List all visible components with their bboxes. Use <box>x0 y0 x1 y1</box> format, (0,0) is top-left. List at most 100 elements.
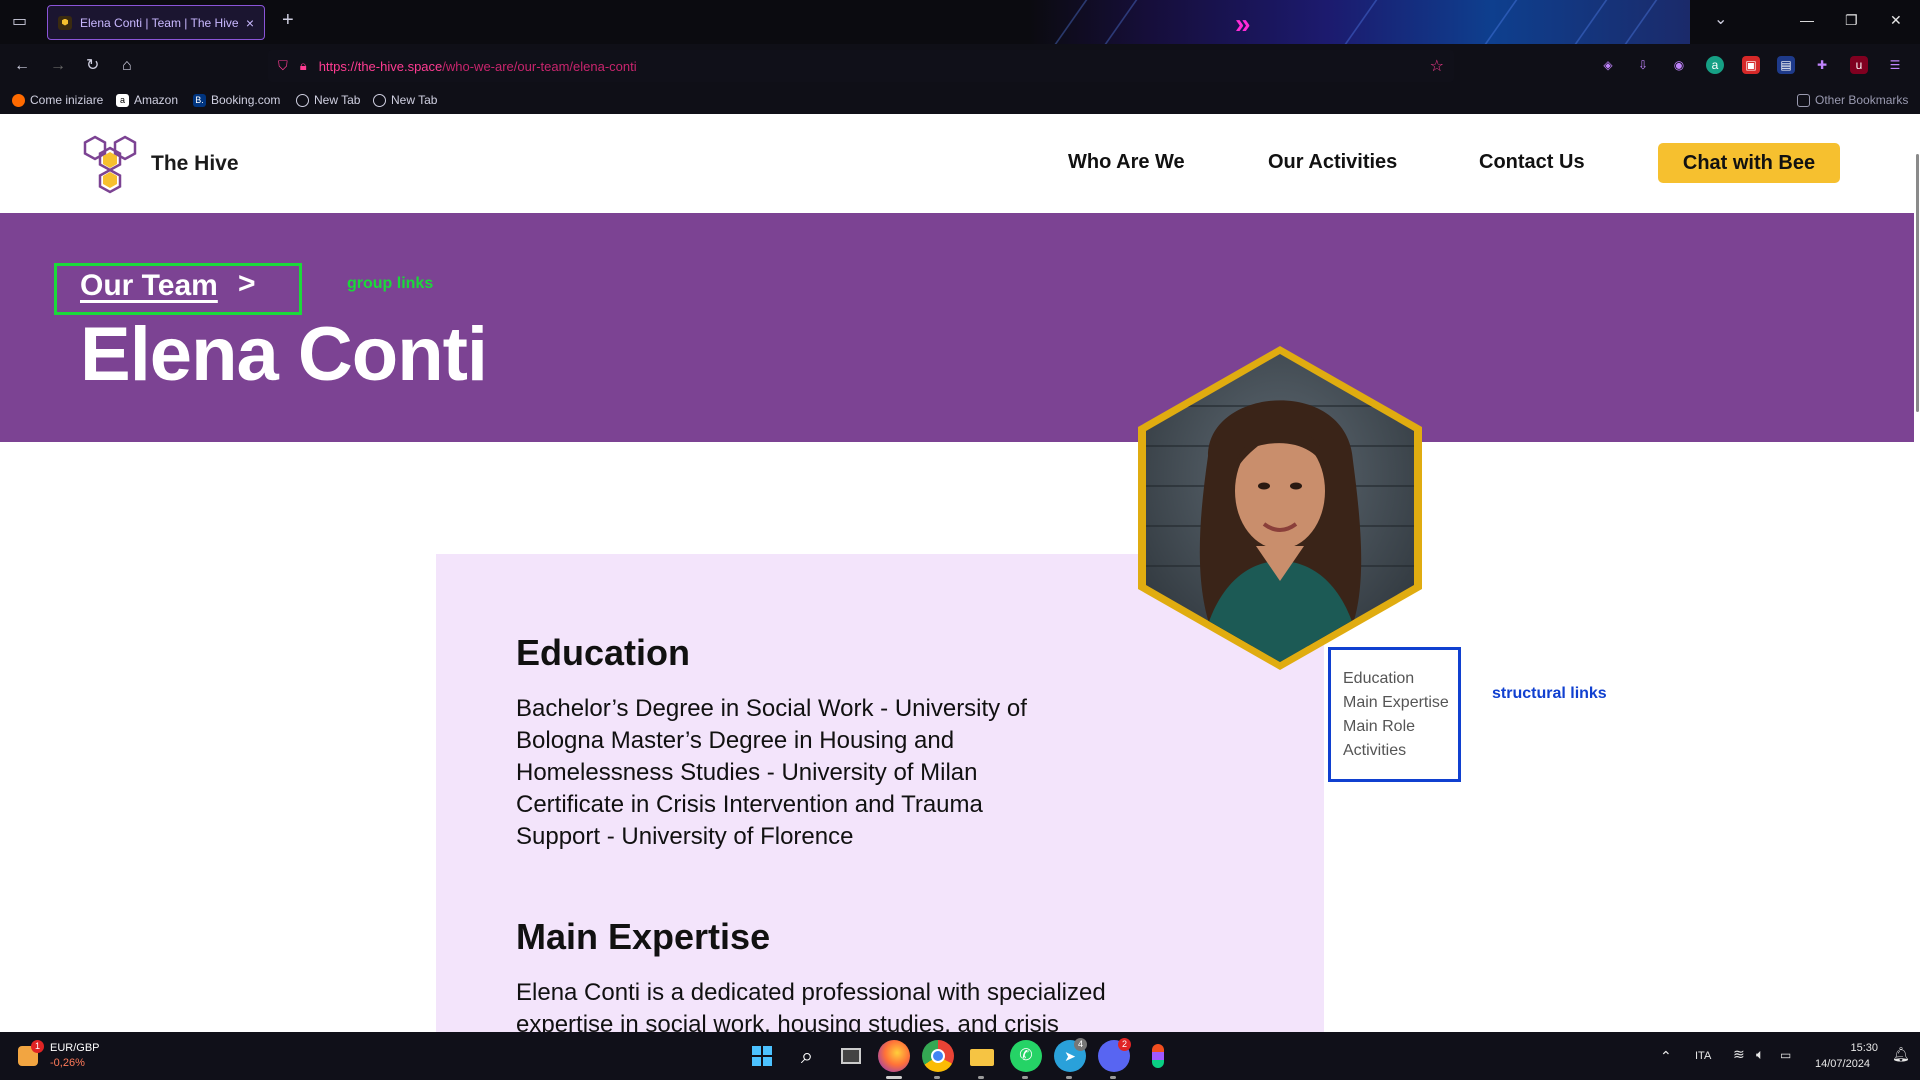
web-page: The Hive Who Are We Our Activities Conta… <box>0 114 1920 1032</box>
globe-icon <box>373 93 386 107</box>
running-indicator <box>1022 1076 1028 1079</box>
task-view-icon[interactable] <box>835 1040 867 1072</box>
extension-a-icon[interactable]: a <box>1706 56 1724 74</box>
address-bar[interactable]: ⛉ 🔒︎ https://the-hive.space/who-we-are/o… <box>268 50 1454 82</box>
main-expertise-heading: Main Expertise <box>516 916 771 957</box>
browser-tab-bar: ▭ » Elena Conti | Team | The Hive × + ⌄ … <box>0 0 1920 44</box>
browser-tab-active[interactable]: Elena Conti | Team | The Hive × <box>47 5 265 40</box>
bookmark-item[interactable]: New Tab <box>296 93 360 107</box>
forward-icon[interactable]: → <box>50 58 66 74</box>
url-path: /who-we-are/our-team/elena-conti <box>442 58 637 74</box>
discord-badge: 2 <box>1118 1038 1131 1051</box>
other-bookmarks[interactable]: Other Bookmarks <box>1797 93 1908 107</box>
extension-shield-icon[interactable]: ▤ <box>1777 56 1795 74</box>
structural-links-annotation: structural links <box>1492 685 1607 702</box>
theme-decoration: » <box>1030 0 1690 44</box>
running-indicator <box>978 1076 984 1079</box>
ticker-badge: 1 <box>31 1040 44 1053</box>
chevrons-decoration: » <box>1235 8 1250 39</box>
site-brand-name[interactable]: The Hive <box>151 152 239 176</box>
clock-date[interactable]: 14/07/2024 <box>1815 1058 1870 1070</box>
chat-with-bee-button[interactable]: Chat with Bee <box>1658 143 1840 183</box>
search-icon[interactable]: ⌕ <box>791 1040 823 1072</box>
bookmark-star-icon[interactable]: ☆ <box>1430 56 1444 76</box>
globe-icon <box>296 93 309 107</box>
toc-main-role-link[interactable]: Main Role <box>1343 715 1458 739</box>
running-indicator <box>1066 1076 1072 1079</box>
hive-logo-icon[interactable] <box>80 134 140 194</box>
tray-overflow-icon[interactable]: ⌃ <box>1660 1048 1672 1065</box>
tab-list-icon[interactable]: ▭ <box>12 14 27 30</box>
restore-icon[interactable]: ❐ <box>1845 12 1858 29</box>
toc-main-expertise-link[interactable]: Main Expertise <box>1343 691 1458 715</box>
bookmarks-toolbar: Come iniziare a Amazon B. Booking.com New … <box>0 88 1920 114</box>
lock-icon[interactable]: 🔒︎ <box>300 58 307 74</box>
education-body: Bachelor’s Degree in Social Work - Unive… <box>516 695 1027 850</box>
hive-favicon-icon <box>58 15 72 30</box>
extension-lock-icon[interactable]: ▣ <box>1742 56 1760 74</box>
active-app-indicator <box>886 1076 902 1079</box>
hero-banner: Our Team > group links Elena Conti <box>0 213 1920 442</box>
close-window-icon[interactable]: ✕ <box>1890 12 1902 29</box>
input-language[interactable]: ITA <box>1695 1050 1711 1062</box>
menu-icon[interactable]: ☰ <box>1886 56 1904 74</box>
ublock-icon[interactable]: u <box>1850 56 1868 74</box>
tab-title: Elena Conti | Team | The Hive <box>80 15 238 30</box>
windows-taskbar: 1 EUR/GBP -0,26% ⌕ ✆ ➤ 4 2 ⌃ ITA ≋ 🔈︎ ▭ … <box>0 1032 1920 1080</box>
firefox-icon <box>12 93 25 107</box>
scrollbar-thumb[interactable] <box>1916 154 1919 412</box>
site-header: The Hive Who Are We Our Activities Conta… <box>0 114 1920 213</box>
account-icon[interactable]: ◉ <box>1670 56 1688 74</box>
bookmark-item[interactable]: New Tab <box>373 93 437 107</box>
telegram-badge: 4 <box>1074 1038 1087 1051</box>
main-expertise-body: Elena Conti is a dedicated professional … <box>516 979 1106 1032</box>
bookmark-item[interactable]: a Amazon <box>116 93 178 107</box>
bookmark-item[interactable]: Come iniziare <box>12 93 103 107</box>
booking-icon: B. <box>193 93 206 107</box>
page-scrollbar[interactable] <box>1914 114 1920 1032</box>
wifi-icon[interactable]: ≋ <box>1733 1046 1745 1063</box>
shield-icon[interactable]: ⛉ <box>278 58 288 74</box>
profile-photo <box>1138 346 1422 670</box>
page-title: Elena Conti <box>80 312 488 397</box>
whatsapp-icon[interactable]: ✆ <box>1010 1040 1042 1072</box>
reload-icon[interactable]: ↻ <box>86 58 99 74</box>
nav-who-are-we[interactable]: Who Are We <box>1068 151 1185 174</box>
group-links-annotation: group links <box>347 275 434 292</box>
new-tab-button[interactable]: + <box>282 10 294 30</box>
amazon-icon: a <box>116 93 129 107</box>
ticker-name: EUR/GBP <box>50 1042 100 1054</box>
structural-links-highlight: Education Main Expertise Main Role Activ… <box>1328 647 1461 782</box>
nav-contact-us[interactable]: Contact Us <box>1479 151 1585 174</box>
extensions-icon[interactable]: ✚ <box>1813 56 1831 74</box>
ticker-widget[interactable]: 1 EUR/GBP -0,26% <box>18 1040 108 1072</box>
running-indicator <box>1110 1076 1116 1079</box>
toc-activities-link[interactable]: Activities <box>1343 739 1458 763</box>
file-explorer-icon[interactable] <box>966 1040 998 1072</box>
tab-close-icon[interactable]: × <box>246 15 254 31</box>
firefox-taskbar-icon[interactable] <box>878 1040 910 1072</box>
download-icon[interactable]: ⇩ <box>1634 56 1652 74</box>
chevron-right-icon[interactable]: > <box>238 267 256 301</box>
volume-icon[interactable]: 🔈︎ <box>1756 1046 1764 1063</box>
toc-education-link[interactable]: Education <box>1343 667 1458 691</box>
breadcrumb-our-team-link[interactable]: Our Team <box>80 269 218 303</box>
battery-icon[interactable]: ▭ <box>1780 1048 1791 1062</box>
list-all-tabs-icon[interactable]: ⌄ <box>1714 12 1727 28</box>
folder-icon <box>1797 93 1810 107</box>
home-icon[interactable]: ⌂ <box>122 58 132 74</box>
pocket-icon[interactable]: ◈ <box>1599 56 1617 74</box>
windows-start-icon[interactable] <box>746 1040 778 1072</box>
bookmark-item[interactable]: B. Booking.com <box>193 93 280 107</box>
education-heading: Education <box>516 632 691 673</box>
nav-our-activities[interactable]: Our Activities <box>1268 151 1397 174</box>
clock-time[interactable]: 15:30 <box>1848 1042 1878 1054</box>
ticker-change: -0,26% <box>50 1057 85 1069</box>
running-indicator <box>934 1076 940 1079</box>
minimize-icon[interactable]: — <box>1800 12 1814 28</box>
back-icon[interactable]: ← <box>14 58 30 74</box>
figma-icon[interactable] <box>1142 1040 1174 1072</box>
url-text[interactable]: https://the-hive.space/who-we-are/our-te… <box>319 59 637 74</box>
chrome-taskbar-icon[interactable] <box>922 1040 954 1072</box>
notification-bell-icon[interactable]: 🔔︎ <box>1892 1046 1910 1063</box>
